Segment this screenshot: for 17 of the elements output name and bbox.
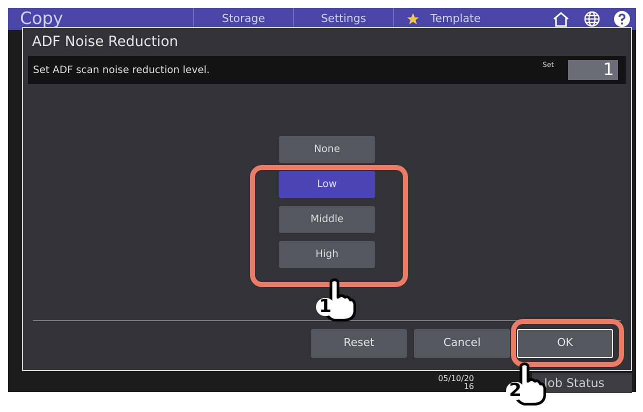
home-icon[interactable] [552, 11, 570, 27]
globe-icon[interactable] [584, 11, 600, 27]
dialog-title: ADF Noise Reduction [31, 32, 180, 52]
level-option[interactable]: Low [279, 171, 375, 198]
level-option[interactable]: High [279, 241, 375, 268]
status-date: 05/10/20 [438, 374, 474, 382]
set-value-field: 1 [568, 60, 618, 80]
dialog-button[interactable]: Reset [311, 329, 407, 358]
level-option[interactable]: Middle [279, 206, 375, 233]
message-text: Set ADF scan noise reduction level. [33, 64, 211, 78]
status-time: 16 [464, 382, 474, 390]
level-option[interactable]: None [279, 136, 375, 163]
help-icon[interactable] [614, 11, 630, 27]
star-icon [406, 12, 420, 26]
dialog-button[interactable]: Cancel [414, 329, 510, 358]
dialog-button[interactable]: OK [517, 329, 613, 358]
app-title: Copy [19, 10, 64, 28]
